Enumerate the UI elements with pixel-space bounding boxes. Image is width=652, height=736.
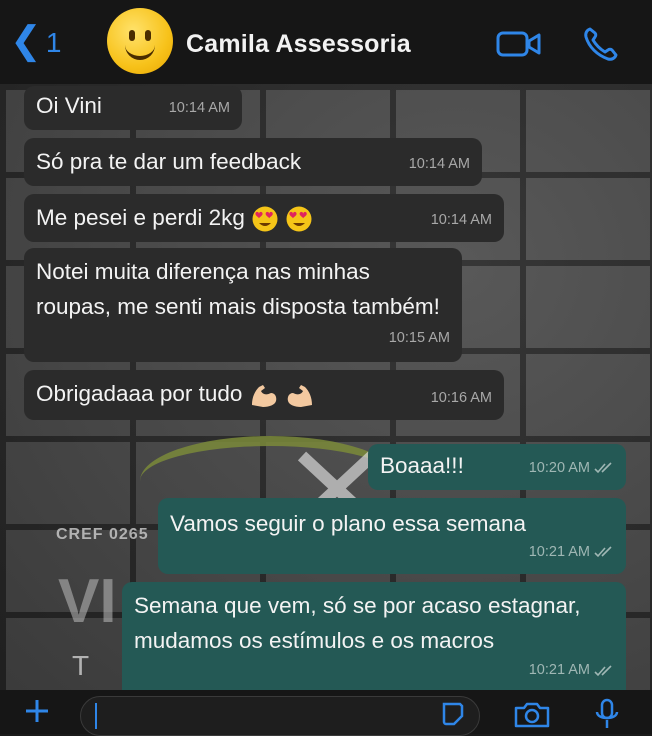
flexed-biceps-emoji xyxy=(251,385,276,408)
chat-area[interactable]: CREF 0265 VI T R Oi Vini 10:14 AM Só pra… xyxy=(0,84,652,690)
sticker-icon[interactable] xyxy=(440,700,466,726)
message-bubble-outgoing[interactable]: Boaaa!!! 10:20 AM xyxy=(368,444,626,490)
message-bubble-incoming[interactable]: Me pesei e perdi 2kg 10:14 AM xyxy=(24,194,504,242)
input-bar xyxy=(0,690,652,736)
message-time: 10:20 AM xyxy=(528,460,590,476)
message-text: Obrigadaaa por tudo xyxy=(36,381,243,406)
message-time: 10:15 AM xyxy=(388,330,450,346)
microphone-icon[interactable] xyxy=(592,698,622,730)
message-text: Oi Vini xyxy=(36,93,102,118)
message-time-status: 10:20 AM xyxy=(529,452,614,484)
avatar-eye-right xyxy=(145,30,151,41)
plus-icon[interactable] xyxy=(24,698,50,724)
heart-eyes-emoji xyxy=(286,206,312,232)
message-time: 10:16 AM xyxy=(430,390,492,406)
chat-header: ❮ 1 Camila Assessoria xyxy=(0,0,652,84)
heart-eyes-emoji xyxy=(252,206,278,232)
message-input[interactable] xyxy=(80,696,480,736)
message-time: 10:14 AM xyxy=(408,156,470,172)
flexed-biceps-emoji xyxy=(287,385,312,408)
message-bubble-incoming[interactable]: Obrigadaaa por tudo 10:16 AM xyxy=(24,370,504,420)
avatar-mouth xyxy=(125,42,155,60)
message-time-status: 10:21 AM xyxy=(529,653,614,688)
text-caret xyxy=(95,703,97,729)
camera-icon[interactable] xyxy=(512,700,552,728)
back-button[interactable]: ❮ 1 xyxy=(10,20,62,62)
message-time: 10:14 AM xyxy=(430,212,492,228)
phone-icon[interactable] xyxy=(582,26,622,62)
message-text: Semana que vem, só se por acaso estagnar… xyxy=(134,593,581,653)
message-bubble-incoming[interactable]: Oi Vini 10:14 AM xyxy=(24,86,242,130)
chevron-left-icon: ❮ xyxy=(10,20,42,62)
read-check-icon xyxy=(594,546,612,558)
message-time: 10:21 AM xyxy=(528,544,590,560)
message-bubble-outgoing[interactable]: Semana que vem, só se por acaso estagnar… xyxy=(122,582,626,690)
wallpaper-cref-text: CREF 0265 xyxy=(56,526,149,543)
wallpaper-big-text: VI xyxy=(58,567,117,636)
message-text: Vamos seguir o plano essa semana xyxy=(170,511,527,536)
message-bubble-incoming[interactable]: Só pra te dar um feedback 10:14 AM xyxy=(24,138,482,186)
message-bubble-incoming[interactable]: Notei muita diferença nas minhas roupas,… xyxy=(24,248,462,362)
unread-count: 1 xyxy=(45,27,62,58)
avatar[interactable] xyxy=(107,8,173,74)
message-text: Só pra te dar um feedback xyxy=(36,149,302,174)
avatar-eye-left xyxy=(129,30,135,41)
contact-name[interactable]: Camila Assessoria xyxy=(186,30,411,59)
message-bubble-outgoing[interactable]: Vamos seguir o plano essa semana 10:21 A… xyxy=(158,498,626,574)
message-text: Me pesei e perdi 2kg xyxy=(36,205,245,230)
message-text: Notei muita diferença nas minhas roupas,… xyxy=(36,259,440,319)
message-time: 10:21 AM xyxy=(528,662,590,678)
read-check-icon xyxy=(594,462,612,474)
message-time: 10:14 AM xyxy=(168,100,230,116)
read-check-icon xyxy=(594,664,612,676)
video-call-icon[interactable] xyxy=(496,30,542,58)
message-time-status: 10:21 AM xyxy=(529,536,614,568)
message-text: Boaaa!!! xyxy=(380,453,464,478)
